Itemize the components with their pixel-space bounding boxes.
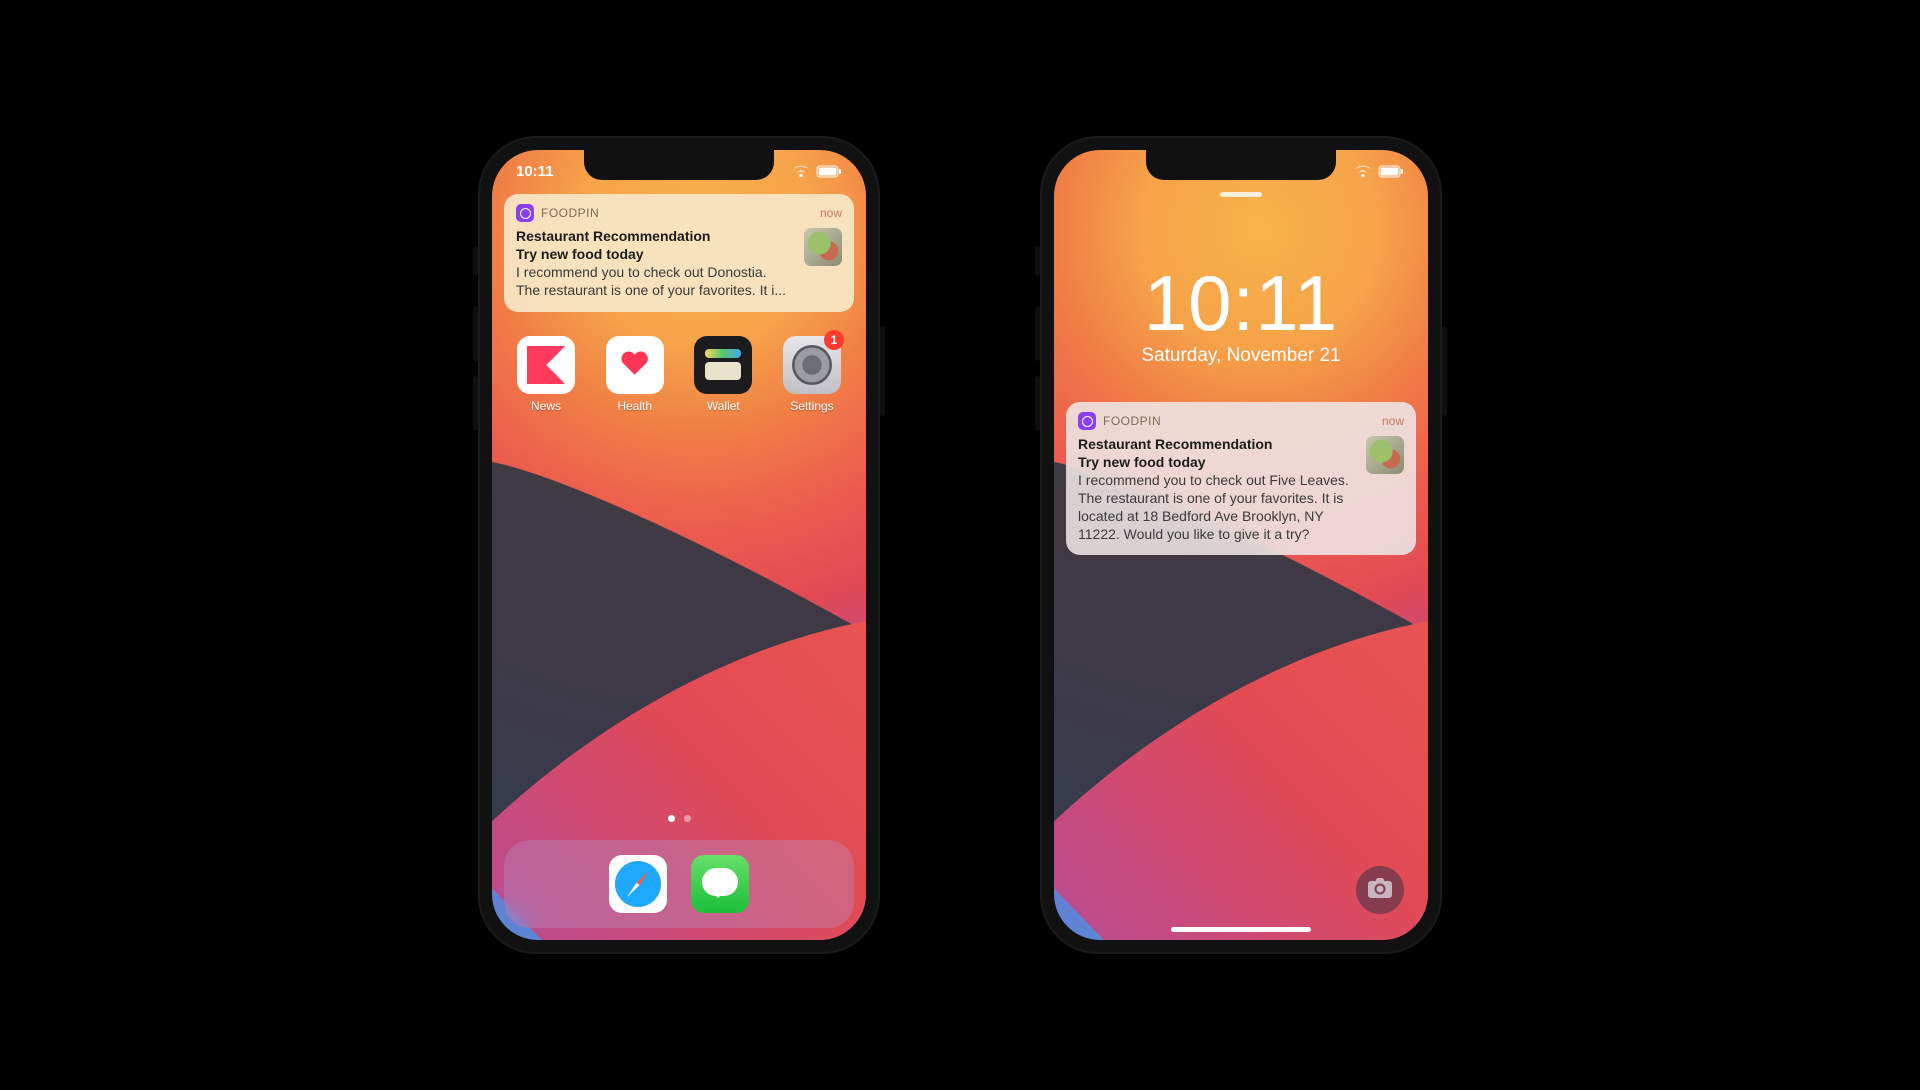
notification-message: I recommend you to check out Five Leaves… (1078, 472, 1356, 544)
app-settings[interactable]: 1 Settings (776, 336, 848, 413)
device-notch (1146, 150, 1336, 180)
app-label: Settings (790, 399, 833, 413)
phone-lock-screen: 10:11 10:11 Saturday, November 21 (1040, 136, 1442, 954)
page-dot (684, 815, 691, 822)
volume-up-button[interactable] (1035, 306, 1040, 361)
volume-down-button[interactable] (1035, 376, 1040, 431)
app-wallet[interactable]: Wallet (687, 336, 759, 413)
notification-app-icon (1078, 412, 1096, 430)
wifi-icon (1354, 165, 1372, 178)
notification-title: Restaurant Recommendation (516, 228, 794, 246)
notification-title: Restaurant Recommendation (1078, 436, 1356, 454)
notification-timestamp: now (820, 206, 842, 220)
power-button[interactable] (880, 326, 885, 416)
power-button[interactable] (1442, 326, 1447, 416)
phone-home-screen: 10:11 FOODPIN now (478, 136, 880, 954)
notification-app-name: FOODPIN (541, 206, 599, 220)
app-news[interactable]: News (510, 336, 582, 413)
battery-icon (1378, 165, 1404, 178)
notification-banner[interactable]: FOODPIN now Restaurant Recommendation Tr… (504, 194, 854, 312)
health-icon (606, 336, 664, 394)
wifi-icon (792, 165, 810, 178)
dock (504, 840, 854, 928)
battery-icon (816, 165, 842, 178)
lock-screen-handle[interactable] (1220, 192, 1262, 197)
app-health[interactable]: Health (599, 336, 671, 413)
notification-app-icon (516, 204, 534, 222)
home-screen-apps: News Health Wallet 1 Settings (510, 336, 848, 413)
page-indicator[interactable] (492, 815, 866, 822)
notification-subtitle: Try new food today (516, 246, 794, 264)
notification-timestamp: now (1382, 414, 1404, 428)
mute-switch[interactable] (1035, 246, 1040, 276)
app-safari[interactable] (609, 855, 667, 913)
notification-badge: 1 (824, 330, 844, 350)
page-dot-active (668, 815, 675, 822)
news-icon (517, 336, 575, 394)
camera-icon (1368, 878, 1392, 903)
app-label: Health (617, 399, 652, 413)
notification-subtitle: Try new food today (1078, 454, 1356, 472)
volume-up-button[interactable] (473, 306, 478, 361)
wallet-icon (694, 336, 752, 394)
home-indicator[interactable] (1171, 927, 1311, 932)
app-label: Wallet (707, 399, 740, 413)
mute-switch[interactable] (473, 246, 478, 276)
notification-thumbnail (1366, 436, 1404, 474)
device-notch (584, 150, 774, 180)
volume-down-button[interactable] (473, 376, 478, 431)
notification-app-name: FOODPIN (1103, 414, 1161, 428)
camera-shortcut-button[interactable] (1356, 866, 1404, 914)
lock-screen-clock: 10:11 Saturday, November 21 (1054, 258, 1428, 367)
app-label: News (531, 399, 561, 413)
status-time: 10:11 (516, 163, 554, 180)
notification-message: I recommend you to check out Donostia. T… (516, 264, 794, 300)
notification-thumbnail (804, 228, 842, 266)
notification-card[interactable]: FOODPIN now Restaurant Recommendation Tr… (1066, 402, 1416, 555)
lock-screen-time: 10:11 (1054, 258, 1428, 349)
app-messages[interactable] (691, 855, 749, 913)
lock-screen-date: Saturday, November 21 (1054, 345, 1428, 367)
